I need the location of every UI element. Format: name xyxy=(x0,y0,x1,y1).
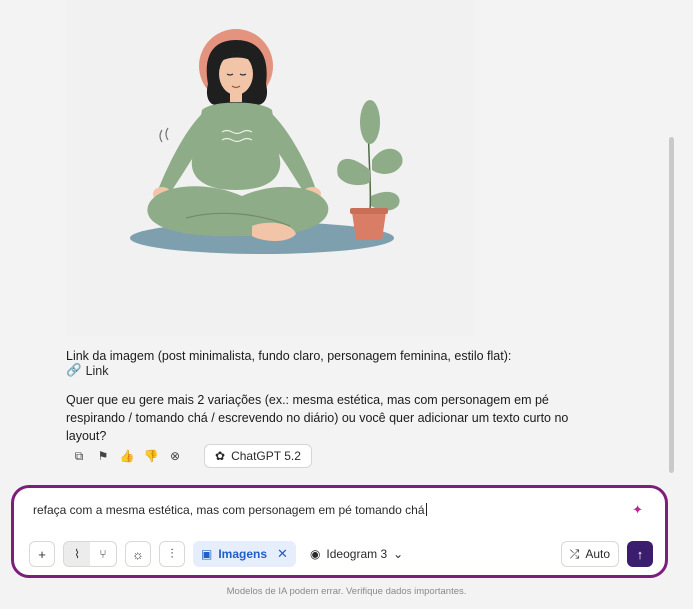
ideas-button[interactable]: ☼ xyxy=(125,541,151,567)
image-link[interactable]: 🔗 Link xyxy=(66,363,109,378)
model-pill[interactable]: ✿ ChatGPT 5.2 xyxy=(204,444,312,468)
single-path-icon[interactable]: ⌇ xyxy=(64,542,90,566)
image-model-select[interactable]: ◉ Ideogram 3 ⌄ xyxy=(310,547,403,561)
prompt-input-value: refaça com a mesma estética, mas com per… xyxy=(33,503,425,517)
link-icon: 🔗 xyxy=(66,363,82,377)
close-icon[interactable]: ✕ xyxy=(277,546,288,562)
magic-wand-icon[interactable]: ✦ xyxy=(632,502,643,518)
plus-icon: + xyxy=(38,546,46,562)
lightbulb-icon: ☼ xyxy=(132,546,144,562)
image-model-label: Ideogram 3 xyxy=(326,547,388,561)
branch-icon[interactable]: ⑂ xyxy=(90,542,116,566)
images-chip[interactable]: ▣ Imagens ✕ xyxy=(193,541,296,567)
auto-button[interactable]: ⤮ Auto xyxy=(560,541,619,567)
flag-icon[interactable]: ⚑ xyxy=(94,447,112,465)
mode-toggle[interactable]: ⌇ ⑂ xyxy=(63,541,117,567)
message-question: Quer que eu gere mais 2 variações (ex.: … xyxy=(66,393,569,443)
composer[interactable]: refaça com a mesma estética, mas com per… xyxy=(11,485,668,578)
add-button[interactable]: + xyxy=(29,541,55,567)
openai-icon: ✿ xyxy=(215,449,226,463)
ideogram-icon: ◉ xyxy=(309,547,321,561)
text-caret xyxy=(425,503,427,516)
image-link-label[interactable]: Link xyxy=(86,364,109,378)
model-pill-label: ChatGPT 5.2 xyxy=(231,449,301,463)
thumbs-up-icon[interactable]: 👍 xyxy=(118,447,136,465)
settings-button[interactable]: ⫶ xyxy=(159,541,185,567)
message-actions: ⧉ ⚑ 👍 👎 ⊗ ✿ ChatGPT 5.2 xyxy=(70,444,312,468)
meditation-illustration xyxy=(66,0,474,336)
thumbs-down-icon[interactable]: 👎 xyxy=(142,447,160,465)
message-link-intro: Link da imagem (post minimalista, fundo … xyxy=(66,349,512,363)
image-icon: ▣ xyxy=(201,547,213,561)
sliders-icon: ⫶ xyxy=(170,546,174,561)
generated-image xyxy=(66,0,474,336)
copy-icon[interactable]: ⧉ xyxy=(70,447,88,465)
footer-disclaimer: Modelos de IA podem errar. Verifique dad… xyxy=(226,586,467,597)
arrow-up-icon: ↑ xyxy=(636,546,644,562)
share-icon[interactable]: ⊗ xyxy=(166,447,184,465)
chevron-down-icon: ⌄ xyxy=(393,547,404,561)
shuffle-icon: ⤮ xyxy=(569,546,580,561)
prompt-input[interactable]: refaça com a mesma estética, mas com per… xyxy=(33,503,427,517)
send-button[interactable]: ↑ xyxy=(627,541,653,567)
scrollbar-thumb[interactable] xyxy=(669,137,674,473)
auto-label: Auto xyxy=(585,547,610,561)
images-chip-label: Imagens xyxy=(218,547,268,561)
composer-toolbar: + ⌇ ⑂ ☼ ⫶ ▣ Imagens ✕ ◉ Ideogram 3 ⌄ ⤮ A… xyxy=(29,540,653,568)
